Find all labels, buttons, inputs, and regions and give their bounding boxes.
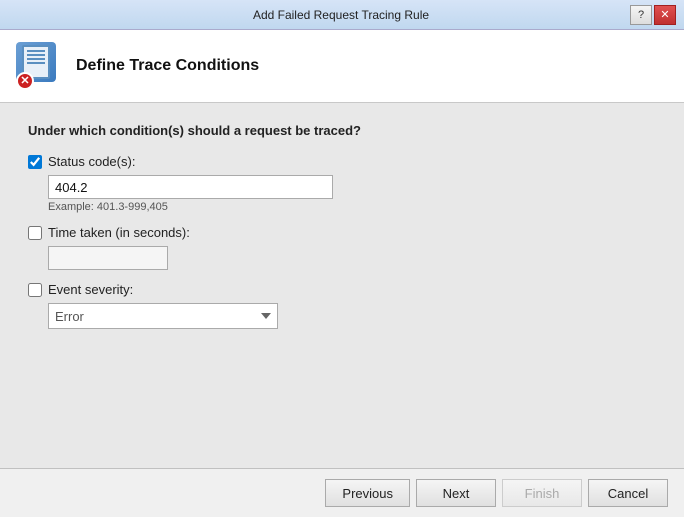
header-title: Define Trace Conditions [76, 57, 259, 75]
time-taken-checkbox[interactable] [28, 226, 42, 240]
title-bar: Add Failed Request Tracing Rule ? ✕ [0, 0, 684, 30]
header-icon: ✕ [16, 42, 64, 90]
time-taken-input[interactable] [48, 246, 168, 270]
previous-button[interactable]: Previous [325, 479, 410, 507]
status-codes-label[interactable]: Status code(s): [48, 154, 135, 169]
window-controls: ? ✕ [630, 5, 676, 25]
dialog-title: Add Failed Request Tracing Rule [52, 8, 630, 22]
event-severity-label[interactable]: Event severity: [48, 282, 133, 297]
close-button[interactable]: ✕ [654, 5, 676, 25]
cancel-button[interactable]: Cancel [588, 479, 668, 507]
status-codes-checkbox[interactable] [28, 155, 42, 169]
status-codes-example: Example: 401.3-999,405 [48, 201, 656, 213]
finish-button[interactable]: Finish [502, 479, 582, 507]
event-severity-row: Event severity: Error Warning Critical E… [28, 282, 656, 329]
help-button[interactable]: ? [630, 5, 652, 25]
dialog-body: ✕ Define Trace Conditions Under which co… [0, 30, 684, 517]
header-section: ✕ Define Trace Conditions [0, 30, 684, 103]
question-label: Under which condition(s) should a reques… [28, 123, 656, 138]
next-button[interactable]: Next [416, 479, 496, 507]
time-taken-checkbox-row: Time taken (in seconds): [28, 225, 656, 240]
content-area: Under which condition(s) should a reques… [0, 103, 684, 468]
footer: Previous Next Finish Cancel [0, 468, 684, 517]
status-codes-checkbox-row: Status code(s): [28, 154, 656, 169]
time-taken-row: Time taken (in seconds): [28, 225, 656, 270]
event-severity-select[interactable]: Error Warning Critical Error Verbose [48, 303, 278, 329]
event-severity-checkbox[interactable] [28, 283, 42, 297]
time-taken-label[interactable]: Time taken (in seconds): [48, 225, 190, 240]
severity-select-row: Error Warning Critical Error Verbose [48, 303, 656, 329]
error-badge-icon: ✕ [16, 72, 34, 90]
status-codes-input[interactable] [48, 175, 333, 199]
event-severity-checkbox-row: Event severity: [28, 282, 656, 297]
status-codes-row: Status code(s): Example: 401.3-999,405 [28, 154, 656, 213]
